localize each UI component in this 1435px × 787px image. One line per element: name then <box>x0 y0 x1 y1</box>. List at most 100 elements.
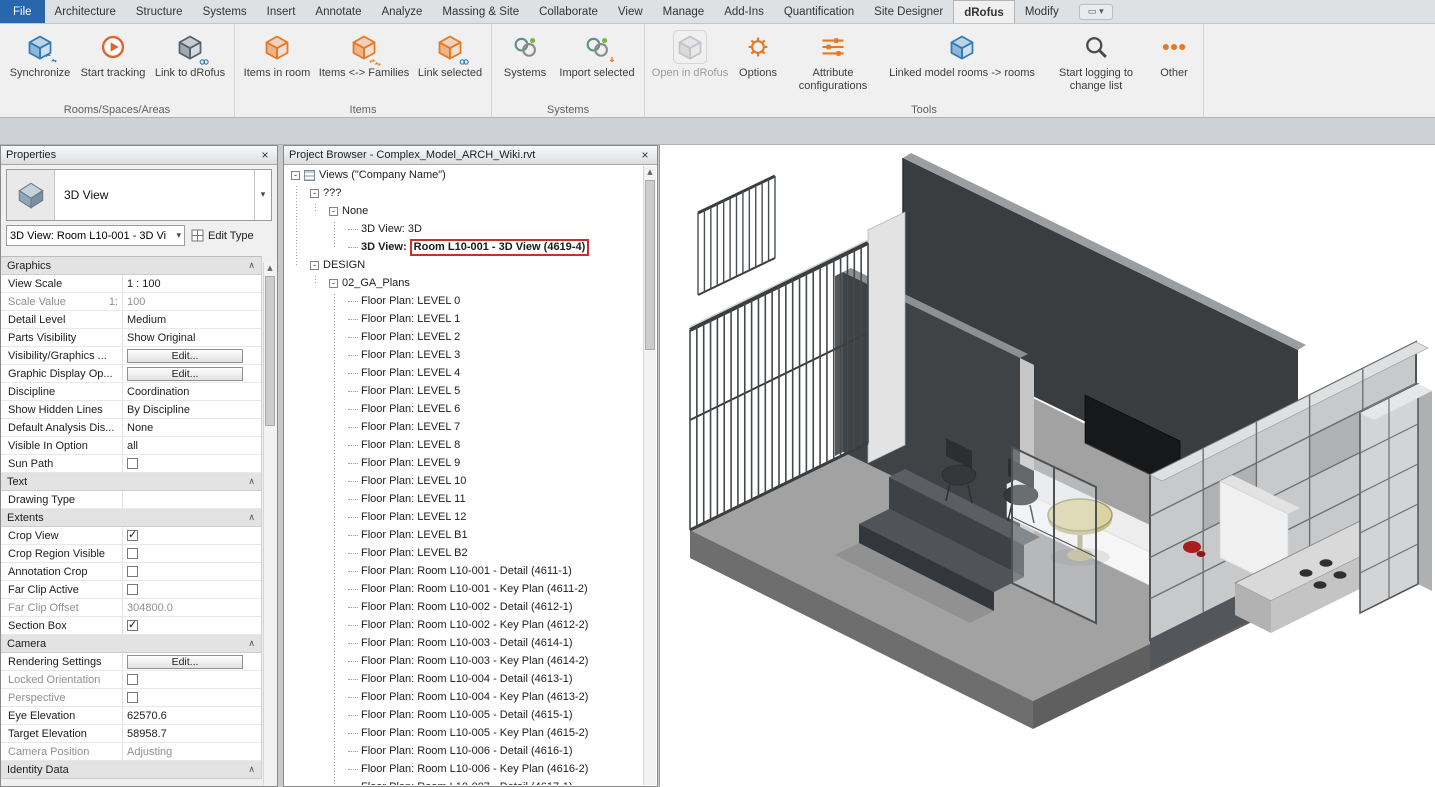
collapse-icon[interactable]: ∧ <box>248 765 255 775</box>
ribbon-display-toggle[interactable]: ▭ ▾ <box>1079 4 1113 20</box>
tree-item[interactable]: Floor Plan: Room L10-002 - Key Plan (461… <box>285 616 642 634</box>
type-selector[interactable]: 3D View ▾ <box>6 169 272 221</box>
prop-value[interactable]: 304800.0 <box>123 599 261 616</box>
close-icon[interactable]: × <box>638 148 652 162</box>
prop-value[interactable]: Coordination <box>123 383 261 400</box>
import-selected-button[interactable]: Import selected <box>554 26 640 102</box>
linked-model-rooms-button[interactable]: Linked model rooms -> rooms <box>881 26 1043 102</box>
tree-item[interactable]: Floor Plan: Room L10-006 - Key Plan (461… <box>285 760 642 778</box>
prop-value[interactable]: Medium <box>123 311 261 328</box>
tab-analyze[interactable]: Analyze <box>371 0 432 23</box>
checkbox[interactable] <box>127 620 138 631</box>
section-header-text[interactable]: Text∧ <box>1 473 261 491</box>
tab-drofus[interactable]: dRofus <box>953 0 1015 23</box>
return-wall[interactable] <box>868 212 905 463</box>
prop-value[interactable] <box>123 455 261 472</box>
tree-item[interactable]: Floor Plan: LEVEL 4 <box>285 364 642 382</box>
expander-icon[interactable]: - <box>310 261 319 270</box>
tree-item[interactable]: Floor Plan: LEVEL B2 <box>285 544 642 562</box>
tree-item[interactable]: Floor Plan: LEVEL 0 <box>285 292 642 310</box>
prop-value[interactable]: Edit... <box>123 365 261 382</box>
prop-value[interactable]: 1 : 100 <box>123 275 261 292</box>
section-header-extents[interactable]: Extents∧ <box>1 509 261 527</box>
items-families-button[interactable]: Items <-> Families <box>315 26 413 102</box>
prop-value[interactable] <box>123 617 261 634</box>
link-to-drofus-button[interactable]: Link to dRofus <box>150 26 230 102</box>
systems-button[interactable]: Systems <box>496 26 554 102</box>
tab-file[interactable]: File <box>0 0 45 23</box>
tab-systems[interactable]: Systems <box>193 0 257 23</box>
tree-item[interactable]: -??? <box>285 184 642 202</box>
prop-value[interactable]: all <box>123 437 261 454</box>
tab-manage[interactable]: Manage <box>653 0 715 23</box>
prop-value[interactable]: Edit... <box>123 653 261 670</box>
start-tracking-button[interactable]: Start tracking <box>76 26 150 102</box>
tree-item[interactable]: -02_GA_Plans <box>285 274 642 292</box>
checkbox[interactable] <box>127 548 138 559</box>
properties-header[interactable]: Properties × <box>1 146 277 165</box>
close-icon[interactable]: × <box>258 148 272 162</box>
prop-value[interactable] <box>123 563 261 580</box>
drawing-area[interactable] <box>659 145 1435 787</box>
section-header-identity-data[interactable]: Identity Data∧ <box>1 761 261 779</box>
tab-quantification[interactable]: Quantification <box>774 0 864 23</box>
chevron-down-icon[interactable]: ▾ <box>254 170 271 220</box>
prop-value[interactable] <box>123 689 261 706</box>
browser-scrollbar[interactable]: ▲ <box>643 166 656 785</box>
tree-item[interactable]: Floor Plan: Room L10-002 - Detail (4612-… <box>285 598 642 616</box>
expander-icon[interactable]: - <box>310 189 319 198</box>
section-header-graphics[interactable]: Graphics∧ <box>1 257 261 275</box>
section-header-camera[interactable]: Camera∧ <box>1 635 261 653</box>
synchronize-button[interactable]: Synchronize <box>4 26 76 102</box>
tree-item[interactable]: -Views ("Company Name") <box>285 166 642 184</box>
tree-item[interactable]: Floor Plan: Room L10-001 - Key Plan (461… <box>285 580 642 598</box>
prop-value[interactable]: 62570.6 <box>123 707 261 724</box>
tab-massing-site[interactable]: Massing & Site <box>432 0 529 23</box>
project-browser-header[interactable]: Project Browser - Complex_Model_ARCH_Wik… <box>284 146 657 165</box>
prop-value[interactable]: By Discipline <box>123 401 261 418</box>
tab-site-designer[interactable]: Site Designer <box>864 0 953 23</box>
scroll-up-icon[interactable]: ▲ <box>264 262 276 275</box>
prop-value[interactable]: Adjusting <box>123 743 261 760</box>
items-in-room-button[interactable]: Items in room <box>239 26 315 102</box>
checkbox[interactable] <box>127 566 138 577</box>
expander-icon[interactable]: - <box>291 171 300 180</box>
edit-button[interactable]: Edit... <box>127 655 243 669</box>
tab-annotate[interactable]: Annotate <box>305 0 371 23</box>
tab-view[interactable]: View <box>608 0 653 23</box>
tree-item[interactable]: Floor Plan: Room L10-006 - Detail (4616-… <box>285 742 642 760</box>
room-3d-view[interactable] <box>660 145 1435 787</box>
scrollbar-thumb[interactable] <box>265 276 275 426</box>
tree-item[interactable]: Floor Plan: Room L10-004 - Detail (4613-… <box>285 670 642 688</box>
other-button[interactable]: Other <box>1149 26 1199 102</box>
prop-value[interactable] <box>123 671 261 688</box>
side-shelf-unit[interactable] <box>1360 384 1432 613</box>
instance-selector[interactable]: 3D View: Room L10-001 - 3D Vi ▾ <box>6 225 185 246</box>
checkbox[interactable] <box>127 458 138 469</box>
tab-collaborate[interactable]: Collaborate <box>529 0 608 23</box>
tree-item[interactable]: Floor Plan: Room L10-001 - Detail (4611-… <box>285 562 642 580</box>
attribute-configurations-button[interactable]: Attribute configurations <box>785 26 881 102</box>
tree-item[interactable]: Floor Plan: LEVEL 5 <box>285 382 642 400</box>
edit-button[interactable]: Edit... <box>127 349 243 363</box>
prop-value[interactable]: 100 <box>123 293 261 310</box>
collapse-icon[interactable]: ∧ <box>248 513 255 523</box>
expander-icon[interactable]: - <box>329 207 338 216</box>
tree-item[interactable]: Floor Plan: LEVEL 1 <box>285 310 642 328</box>
tree-item[interactable]: Floor Plan: Room L10-005 - Key Plan (461… <box>285 724 642 742</box>
link-selected-button[interactable]: Link selected <box>413 26 487 102</box>
tree-item[interactable]: -DESIGN <box>285 256 642 274</box>
prop-value[interactable] <box>123 581 261 598</box>
tree-item[interactable]: Floor Plan: LEVEL 11 <box>285 490 642 508</box>
scroll-up-icon[interactable]: ▲ <box>644 166 656 179</box>
start-logging-button[interactable]: Start logging to change list <box>1043 26 1149 102</box>
prop-value[interactable]: Edit... <box>123 347 261 364</box>
prop-value[interactable]: Show Original <box>123 329 261 346</box>
tree-item[interactable]: Floor Plan: LEVEL 10 <box>285 472 642 490</box>
checkbox[interactable] <box>127 674 138 685</box>
collapse-icon[interactable]: ∧ <box>248 477 255 487</box>
tab-architecture[interactable]: Architecture <box>45 0 126 23</box>
checkbox[interactable] <box>127 530 138 541</box>
tree-item[interactable]: Floor Plan: LEVEL 12 <box>285 508 642 526</box>
upper-balcony-railing[interactable] <box>698 176 775 295</box>
